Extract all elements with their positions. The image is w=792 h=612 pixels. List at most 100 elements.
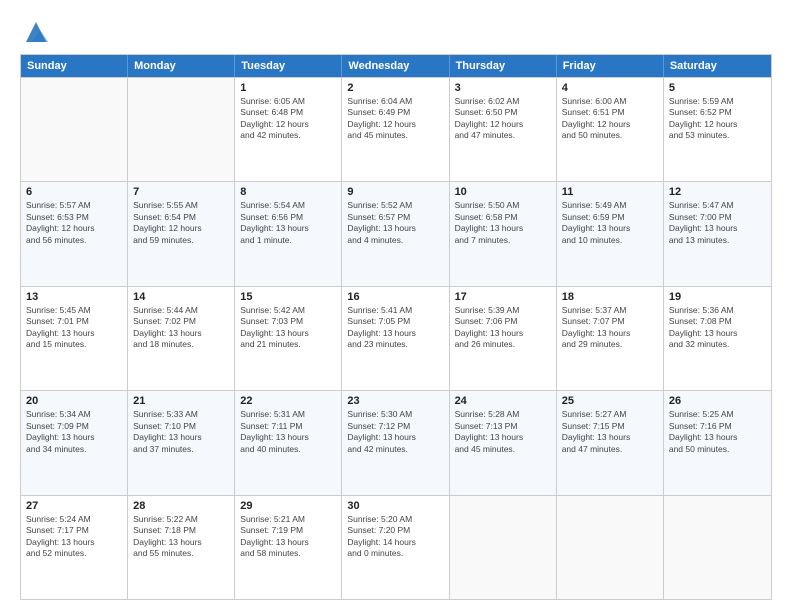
calendar-cell: 23Sunrise: 5:30 AM Sunset: 7:12 PM Dayli… xyxy=(342,391,449,494)
calendar-cell: 26 Sunrise: 5:25 AM Sunset: 7:16 PM Dayli… xyxy=(664,391,771,494)
calendar-cell: 9 Sunrise: 5:52 AM Sunset: 6:57 PM Daylig… xyxy=(342,182,449,285)
cell-day-number: 12 xyxy=(669,186,766,198)
cell-day-number: 23 xyxy=(347,395,443,407)
calendar-cell: 15 Sunrise: 5:42 AM Sunset: 7:03 PM Dayli… xyxy=(235,287,342,390)
calendar-cell: 1 Sunrise: 6:05 AM Sunset: 6:48 PM Daylig… xyxy=(235,78,342,181)
cell-info: Sunrise: 5:22 AM Sunset: 7:18 PM Dayligh… xyxy=(133,514,229,560)
cell-info: Sunrise: 5:21 AM Sunset: 7:19 PM Dayligh… xyxy=(240,514,336,560)
cell-day-number: 5 xyxy=(669,82,766,94)
cell-day-number: 29 xyxy=(240,500,336,512)
cell-day-number: 15 xyxy=(240,291,336,303)
cell-info: Sunrise: 5:39 AM Sunset: 7:06 PM Dayligh… xyxy=(455,305,551,351)
cell-day-number: 14 xyxy=(133,291,229,303)
calendar-cell xyxy=(450,496,557,599)
header-tuesday: Tuesday xyxy=(235,55,342,77)
calendar-cell xyxy=(557,496,664,599)
header-saturday: Saturday xyxy=(664,55,771,77)
calendar-cell: 6 Sunrise: 5:57 AM Sunset: 6:53 PM Daylig… xyxy=(21,182,128,285)
cell-day-number: 13 xyxy=(26,291,122,303)
calendar-row-5: 27 Sunrise: 5:24 AM Sunset: 7:17 PM Dayli… xyxy=(21,495,771,599)
cell-info: Sunrise: 5:33 AM Sunset: 7:10 PM Dayligh… xyxy=(133,409,229,455)
cell-day-number: 18 xyxy=(562,291,658,303)
cell-day-number: 16 xyxy=(347,291,443,303)
calendar-cell: 24 Sunrise: 5:28 AM Sunset: 7:13 PM Dayli… xyxy=(450,391,557,494)
calendar-cell: 18Sunrise: 5:37 AM Sunset: 7:07 PM Dayli… xyxy=(557,287,664,390)
cell-day-number: 7 xyxy=(133,186,229,198)
cell-day-number: 17 xyxy=(455,291,551,303)
calendar-cell: 4Sunrise: 6:00 AM Sunset: 6:51 PM Daylig… xyxy=(557,78,664,181)
cell-day-number: 2 xyxy=(347,82,443,94)
calendar-row-2: 6 Sunrise: 5:57 AM Sunset: 6:53 PM Daylig… xyxy=(21,181,771,285)
cell-info: Sunrise: 5:41 AM Sunset: 7:05 PM Dayligh… xyxy=(347,305,443,351)
cell-info: Sunrise: 5:34 AM Sunset: 7:09 PM Dayligh… xyxy=(26,409,122,455)
cell-day-number: 20 xyxy=(26,395,122,407)
cell-info: Sunrise: 5:20 AM Sunset: 7:20 PM Dayligh… xyxy=(347,514,443,560)
calendar-cell: 10 Sunrise: 5:50 AM Sunset: 6:58 PM Dayli… xyxy=(450,182,557,285)
calendar-header-row: Sunday Monday Tuesday Wednesday Thursday… xyxy=(21,55,771,77)
calendar-row-4: 20 Sunrise: 5:34 AM Sunset: 7:09 PM Dayli… xyxy=(21,390,771,494)
cell-info: Sunrise: 6:05 AM Sunset: 6:48 PM Dayligh… xyxy=(240,96,336,142)
cell-day-number: 8 xyxy=(240,186,336,198)
calendar: Sunday Monday Tuesday Wednesday Thursday… xyxy=(20,54,772,600)
cell-info: Sunrise: 5:50 AM Sunset: 6:58 PM Dayligh… xyxy=(455,200,551,246)
logo-icon xyxy=(22,18,50,46)
cell-info: Sunrise: 6:04 AM Sunset: 6:49 PM Dayligh… xyxy=(347,96,443,142)
cell-info: Sunrise: 5:27 AM Sunset: 7:15 PM Dayligh… xyxy=(562,409,658,455)
header-thursday: Thursday xyxy=(450,55,557,77)
calendar-cell: 27 Sunrise: 5:24 AM Sunset: 7:17 PM Dayli… xyxy=(21,496,128,599)
calendar-cell: 28Sunrise: 5:22 AM Sunset: 7:18 PM Dayli… xyxy=(128,496,235,599)
logo xyxy=(20,18,50,46)
calendar-cell: 11Sunrise: 5:49 AM Sunset: 6:59 PM Dayli… xyxy=(557,182,664,285)
cell-day-number: 22 xyxy=(240,395,336,407)
calendar-cell: 12 Sunrise: 5:47 AM Sunset: 7:00 PM Dayli… xyxy=(664,182,771,285)
cell-day-number: 24 xyxy=(455,395,551,407)
cell-info: Sunrise: 5:52 AM Sunset: 6:57 PM Dayligh… xyxy=(347,200,443,246)
cell-info: Sunrise: 5:47 AM Sunset: 7:00 PM Dayligh… xyxy=(669,200,766,246)
cell-day-number: 10 xyxy=(455,186,551,198)
cell-day-number: 30 xyxy=(347,500,443,512)
cell-info: Sunrise: 6:02 AM Sunset: 6:50 PM Dayligh… xyxy=(455,96,551,142)
calendar-cell xyxy=(128,78,235,181)
cell-day-number: 3 xyxy=(455,82,551,94)
calendar-cell: 8Sunrise: 5:54 AM Sunset: 6:56 PM Daylig… xyxy=(235,182,342,285)
calendar-cell: 17 Sunrise: 5:39 AM Sunset: 7:06 PM Dayli… xyxy=(450,287,557,390)
header-monday: Monday xyxy=(128,55,235,77)
cell-info: Sunrise: 5:36 AM Sunset: 7:08 PM Dayligh… xyxy=(669,305,766,351)
cell-day-number: 25 xyxy=(562,395,658,407)
calendar-row-3: 13 Sunrise: 5:45 AM Sunset: 7:01 PM Dayli… xyxy=(21,286,771,390)
calendar-body: 1 Sunrise: 6:05 AM Sunset: 6:48 PM Daylig… xyxy=(21,77,771,599)
header-wednesday: Wednesday xyxy=(342,55,449,77)
calendar-cell: 14 Sunrise: 5:44 AM Sunset: 7:02 PM Dayli… xyxy=(128,287,235,390)
cell-info: Sunrise: 5:25 AM Sunset: 7:16 PM Dayligh… xyxy=(669,409,766,455)
cell-info: Sunrise: 5:24 AM Sunset: 7:17 PM Dayligh… xyxy=(26,514,122,560)
cell-day-number: 21 xyxy=(133,395,229,407)
cell-day-number: 19 xyxy=(669,291,766,303)
cell-info: Sunrise: 5:28 AM Sunset: 7:13 PM Dayligh… xyxy=(455,409,551,455)
cell-info: Sunrise: 5:57 AM Sunset: 6:53 PM Dayligh… xyxy=(26,200,122,246)
calendar-cell xyxy=(664,496,771,599)
cell-day-number: 6 xyxy=(26,186,122,198)
cell-day-number: 27 xyxy=(26,500,122,512)
header-friday: Friday xyxy=(557,55,664,77)
calendar-cell: 13 Sunrise: 5:45 AM Sunset: 7:01 PM Dayli… xyxy=(21,287,128,390)
calendar-cell: 19 Sunrise: 5:36 AM Sunset: 7:08 PM Dayli… xyxy=(664,287,771,390)
calendar-row-1: 1 Sunrise: 6:05 AM Sunset: 6:48 PM Daylig… xyxy=(21,77,771,181)
calendar-cell xyxy=(21,78,128,181)
calendar-cell: 29 Sunrise: 5:21 AM Sunset: 7:19 PM Dayli… xyxy=(235,496,342,599)
calendar-cell: 20 Sunrise: 5:34 AM Sunset: 7:09 PM Dayli… xyxy=(21,391,128,494)
cell-day-number: 4 xyxy=(562,82,658,94)
calendar-cell: 21 Sunrise: 5:33 AM Sunset: 7:10 PM Dayli… xyxy=(128,391,235,494)
cell-info: Sunrise: 5:45 AM Sunset: 7:01 PM Dayligh… xyxy=(26,305,122,351)
cell-day-number: 26 xyxy=(669,395,766,407)
calendar-cell: 2 Sunrise: 6:04 AM Sunset: 6:49 PM Daylig… xyxy=(342,78,449,181)
header-sunday: Sunday xyxy=(21,55,128,77)
calendar-cell: 22Sunrise: 5:31 AM Sunset: 7:11 PM Dayli… xyxy=(235,391,342,494)
page: Sunday Monday Tuesday Wednesday Thursday… xyxy=(0,0,792,612)
cell-info: Sunrise: 5:42 AM Sunset: 7:03 PM Dayligh… xyxy=(240,305,336,351)
calendar-cell: 3 Sunrise: 6:02 AM Sunset: 6:50 PM Daylig… xyxy=(450,78,557,181)
cell-info: Sunrise: 5:44 AM Sunset: 7:02 PM Dayligh… xyxy=(133,305,229,351)
cell-day-number: 1 xyxy=(240,82,336,94)
calendar-cell: 5Sunrise: 5:59 AM Sunset: 6:52 PM Daylig… xyxy=(664,78,771,181)
cell-day-number: 9 xyxy=(347,186,443,198)
calendar-cell: 25 Sunrise: 5:27 AM Sunset: 7:15 PM Dayli… xyxy=(557,391,664,494)
